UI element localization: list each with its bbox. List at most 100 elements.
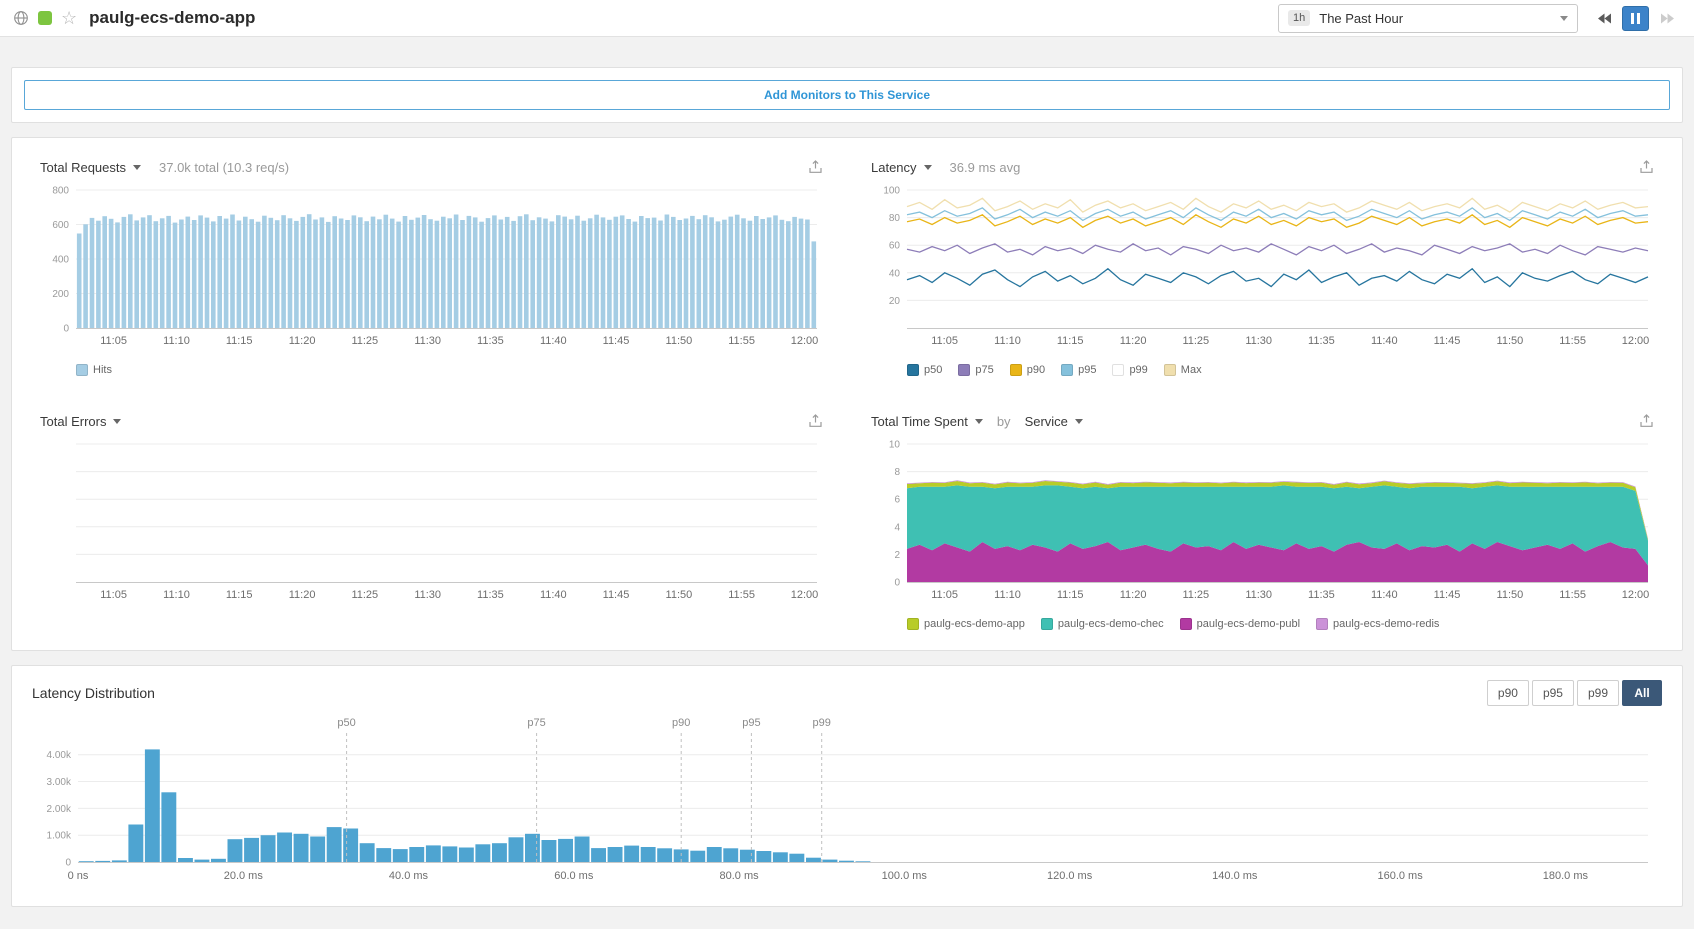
- legend-swatch: [1061, 364, 1073, 376]
- pause-button[interactable]: [1622, 6, 1649, 31]
- svg-text:11:25: 11:25: [351, 335, 378, 347]
- star-icon[interactable]: ☆: [61, 9, 77, 27]
- charts-card: Total Requests 37.0k total (10.3 req/s) …: [11, 137, 1683, 651]
- legend-label: paulg-ecs-demo-publ: [1197, 618, 1300, 630]
- legend-item[interactable]: p50: [907, 364, 942, 376]
- total-time-spent-panel: Total Time Spent by Service 024681011:05…: [871, 408, 1654, 632]
- svg-text:11:35: 11:35: [477, 589, 504, 601]
- group-by-dropdown[interactable]: Service: [1025, 414, 1083, 429]
- latency-summary: 36.9 ms avg: [950, 160, 1021, 175]
- svg-text:11:15: 11:15: [1057, 335, 1084, 347]
- p99-button[interactable]: p99: [1577, 680, 1619, 706]
- svg-text:p75: p75: [527, 717, 545, 729]
- svg-text:11:45: 11:45: [1434, 589, 1461, 601]
- latency-metric-dropdown[interactable]: Latency: [871, 160, 932, 175]
- export-icon[interactable]: [1639, 160, 1654, 174]
- time-range-picker[interactable]: 1h The Past Hour: [1278, 4, 1578, 33]
- svg-text:11:20: 11:20: [289, 589, 316, 601]
- legend-swatch: [1010, 364, 1022, 376]
- service-color-swatch: [38, 11, 52, 25]
- svg-text:11:25: 11:25: [1182, 335, 1209, 347]
- svg-text:11:10: 11:10: [994, 335, 1021, 347]
- total-time-spent-chart[interactable]: 024681011:0511:1011:1511:2011:2511:3011:…: [871, 434, 1654, 613]
- rewind-button[interactable]: [1590, 6, 1617, 31]
- all-button[interactable]: All: [1622, 680, 1662, 706]
- fast-forward-button[interactable]: [1654, 6, 1681, 31]
- page-title: paulg-ecs-demo-app: [89, 8, 255, 28]
- legend-item[interactable]: Max: [1164, 364, 1202, 376]
- svg-text:11:15: 11:15: [226, 335, 253, 347]
- svg-text:11:50: 11:50: [1497, 589, 1524, 601]
- svg-text:60.0 ms: 60.0 ms: [554, 870, 594, 882]
- svg-text:40: 40: [889, 268, 901, 279]
- p95-button[interactable]: p95: [1532, 680, 1574, 706]
- svg-text:11:10: 11:10: [163, 589, 190, 601]
- total-errors-metric-dropdown[interactable]: Total Errors: [40, 414, 121, 429]
- fast-forward-icon: [1661, 13, 1675, 24]
- svg-text:11:30: 11:30: [1245, 335, 1272, 347]
- percentile-filter-buttons: p90 p95 p99 All: [1487, 680, 1662, 706]
- legend-item[interactable]: paulg-ecs-demo-chec: [1041, 618, 1164, 630]
- legend-item[interactable]: paulg-ecs-demo-publ: [1180, 618, 1300, 630]
- export-icon[interactable]: [808, 414, 823, 428]
- latency-chart[interactable]: 2040608010011:0511:1011:1511:2011:2511:3…: [871, 180, 1654, 359]
- total-requests-metric-dropdown[interactable]: Total Requests: [40, 160, 141, 175]
- svg-text:11:50: 11:50: [666, 589, 693, 601]
- svg-text:p50: p50: [337, 717, 355, 729]
- svg-text:12:00: 12:00: [791, 335, 819, 347]
- svg-text:200: 200: [52, 289, 69, 300]
- total-time-spent-metric-dropdown[interactable]: Total Time Spent: [871, 414, 983, 429]
- svg-text:600: 600: [52, 220, 69, 231]
- svg-text:11:55: 11:55: [728, 335, 755, 347]
- svg-text:0: 0: [63, 324, 69, 335]
- add-monitors-button[interactable]: Add Monitors to This Service: [24, 80, 1670, 110]
- svg-text:11:10: 11:10: [163, 335, 190, 347]
- svg-text:11:20: 11:20: [289, 335, 316, 347]
- legend-swatch: [907, 618, 919, 630]
- total-errors-legend: [40, 616, 823, 632]
- svg-text:0: 0: [65, 858, 71, 869]
- svg-text:1.00k: 1.00k: [47, 831, 72, 842]
- svg-text:11:20: 11:20: [1120, 589, 1147, 601]
- total-requests-chart[interactable]: 020040060080011:0511:1011:1511:2011:2511…: [40, 180, 823, 359]
- svg-text:160.0 ms: 160.0 ms: [1377, 870, 1423, 882]
- legend-swatch: [1164, 364, 1176, 376]
- total-errors-chart[interactable]: 11:0511:1011:1511:2011:2511:3011:3511:40…: [40, 434, 823, 613]
- svg-text:11:35: 11:35: [477, 335, 504, 347]
- latency-distribution-chart[interactable]: 01.00k2.00k3.00k4.00k0 ns20.0 ms40.0 ms6…: [32, 714, 1662, 894]
- chart-title: Total Time Spent: [871, 414, 968, 429]
- legend-item[interactable]: paulg-ecs-demo-redis: [1316, 618, 1439, 630]
- pause-icon: [1631, 13, 1640, 24]
- legend-item[interactable]: p75: [958, 364, 993, 376]
- svg-text:11:25: 11:25: [1182, 589, 1209, 601]
- svg-text:11:45: 11:45: [1434, 335, 1461, 347]
- latency-distribution-card: Latency Distribution p90 p95 p99 All 0 1.…: [11, 665, 1683, 907]
- svg-text:11:10: 11:10: [994, 589, 1021, 601]
- svg-text:20: 20: [889, 296, 901, 307]
- svg-text:11:05: 11:05: [931, 335, 958, 347]
- svg-text:11:15: 11:15: [226, 589, 253, 601]
- svg-text:11:05: 11:05: [100, 589, 127, 601]
- legend-label: paulg-ecs-demo-redis: [1333, 618, 1439, 630]
- export-icon[interactable]: [808, 160, 823, 174]
- legend-item[interactable]: p99: [1112, 364, 1147, 376]
- svg-text:11:50: 11:50: [666, 335, 693, 347]
- topbar: ☆ paulg-ecs-demo-app 1h The Past Hour: [0, 0, 1694, 37]
- playback-controls: [1590, 6, 1681, 31]
- globe-icon[interactable]: [13, 10, 29, 26]
- legend-item[interactable]: Hits: [76, 364, 112, 376]
- legend-item[interactable]: p90: [1010, 364, 1045, 376]
- chart-title: Total Errors: [40, 414, 106, 429]
- legend-label: paulg-ecs-demo-chec: [1058, 618, 1164, 630]
- svg-text:11:40: 11:40: [1371, 589, 1398, 601]
- svg-text:12:00: 12:00: [791, 589, 819, 601]
- svg-text:11:55: 11:55: [1559, 335, 1586, 347]
- latency-distribution-title: Latency Distribution: [32, 685, 155, 701]
- export-icon[interactable]: [1639, 414, 1654, 428]
- legend-swatch: [1180, 618, 1192, 630]
- legend-item[interactable]: paulg-ecs-demo-app: [907, 618, 1025, 630]
- svg-text:11:55: 11:55: [728, 589, 755, 601]
- legend-item[interactable]: p95: [1061, 364, 1096, 376]
- p90-button[interactable]: p90: [1487, 680, 1529, 706]
- chevron-down-icon: [1075, 419, 1083, 424]
